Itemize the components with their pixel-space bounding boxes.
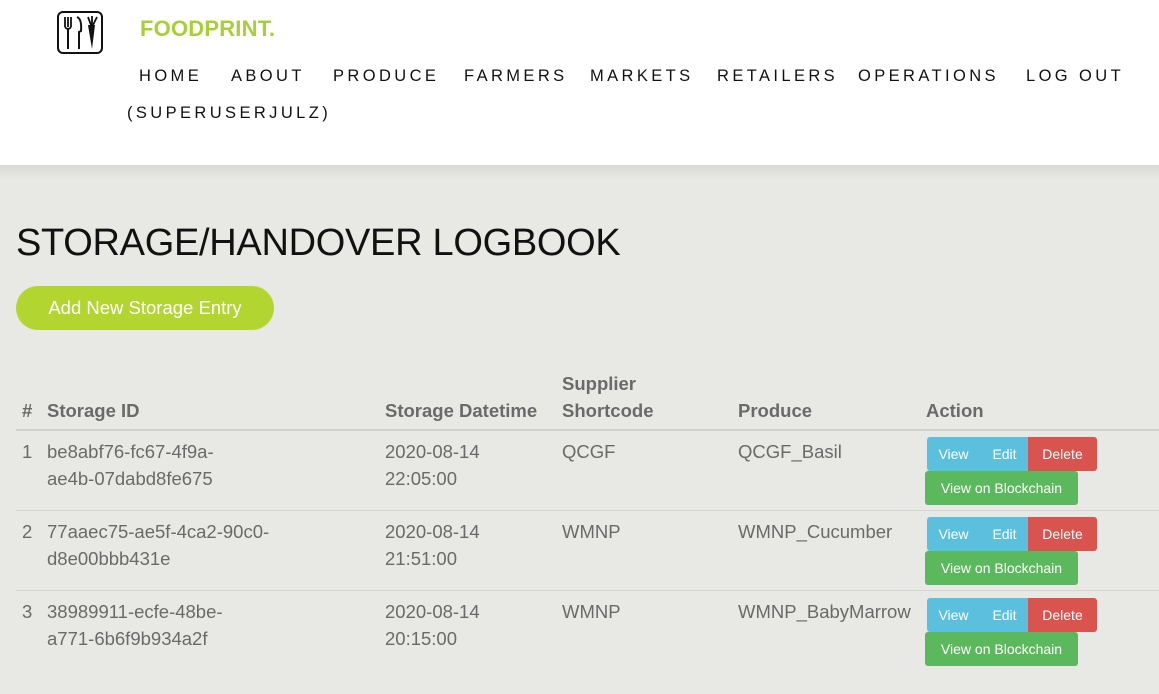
header-shadow xyxy=(0,165,1159,179)
supplier-shortcode: WMNP xyxy=(562,521,621,542)
nav-home[interactable]: HOME xyxy=(139,67,202,86)
storage-id-line2: ae4b-07dabd8fe675 xyxy=(47,468,213,489)
nav-operations[interactable]: OPERATIONS xyxy=(858,67,999,86)
column-header-storage-id: Storage ID xyxy=(47,400,140,421)
storage-date: 2020-08-14 xyxy=(385,601,480,622)
column-header-supplier-line2: Shortcode xyxy=(562,400,654,421)
view-button[interactable]: View xyxy=(927,598,980,632)
table-header-divider xyxy=(16,429,1159,431)
foodprint-logo-icon[interactable] xyxy=(57,11,103,54)
page-title: STORAGE/HANDOVER LOGBOOK xyxy=(16,222,621,264)
column-header-number: # xyxy=(22,400,33,421)
storage-id-line1: 38989911-ecfe-48be- xyxy=(47,601,223,622)
storage-time: 22:05:00 xyxy=(385,468,458,489)
storage-id-line2: a771-6b6f9b934a2f xyxy=(47,628,208,649)
view-on-blockchain-button[interactable]: View on Blockchain xyxy=(925,551,1078,585)
nav-farmers[interactable]: FARMERS xyxy=(464,67,568,86)
storage-time: 21:51:00 xyxy=(385,548,458,569)
view-button[interactable]: View xyxy=(927,517,980,551)
nav-produce[interactable]: PRODUCE xyxy=(333,67,439,86)
produce-name: QCGF_Basil xyxy=(738,441,842,462)
edit-button[interactable]: Edit xyxy=(980,437,1029,471)
edit-button[interactable]: Edit xyxy=(980,598,1029,632)
nav-about[interactable]: ABOUT xyxy=(231,67,305,86)
row-divider xyxy=(16,510,1159,511)
column-header-storage-datetime: Storage Datetime xyxy=(385,400,538,421)
row-divider xyxy=(16,590,1159,591)
row-number: 3 xyxy=(22,601,33,622)
nav-logout[interactable]: LOG OUT xyxy=(1026,67,1124,86)
storage-id-line1: 77aaec75-ae5f-4ca2-90c0- xyxy=(47,521,270,542)
view-on-blockchain-button[interactable]: View on Blockchain xyxy=(925,471,1078,505)
column-header-supplier-line1: Supplier xyxy=(562,373,637,394)
edit-button[interactable]: Edit xyxy=(980,517,1029,551)
storage-id-line2: d8e00bbb431e xyxy=(47,548,171,569)
row-number: 1 xyxy=(22,441,33,462)
row-number: 2 xyxy=(22,521,33,542)
delete-button[interactable]: Delete xyxy=(1028,598,1097,632)
column-header-produce: Produce xyxy=(738,400,813,421)
storage-id-line1: be8abf76-fc67-4f9a- xyxy=(47,441,214,462)
supplier-shortcode: QCGF xyxy=(562,441,616,462)
delete-button[interactable]: Delete xyxy=(1028,437,1097,471)
brand-name[interactable]: FOODPRINT. xyxy=(140,16,275,42)
nav-markets[interactable]: MARKETS xyxy=(590,67,694,86)
view-button[interactable]: View xyxy=(927,437,980,471)
produce-name: WMNP_Cucumber xyxy=(738,521,893,542)
storage-time: 20:15:00 xyxy=(385,628,458,649)
storage-date: 2020-08-14 xyxy=(385,521,480,542)
add-storage-entry-button[interactable]: Add New Storage Entry xyxy=(16,286,274,330)
delete-button[interactable]: Delete xyxy=(1028,517,1097,551)
produce-name: WMNP_BabyMarrow xyxy=(738,601,911,622)
nav-retailers[interactable]: RETAILERS xyxy=(717,67,838,86)
column-header-action: Action xyxy=(926,400,984,421)
site-header: FOODPRINT. HOME ABOUT PRODUCE FARMERS MA… xyxy=(0,0,1159,165)
supplier-shortcode: WMNP xyxy=(562,601,621,622)
view-on-blockchain-button[interactable]: View on Blockchain xyxy=(925,632,1078,666)
nav-user-label[interactable]: (SUPERUSERJULZ) xyxy=(127,104,331,123)
storage-date: 2020-08-14 xyxy=(385,441,480,462)
